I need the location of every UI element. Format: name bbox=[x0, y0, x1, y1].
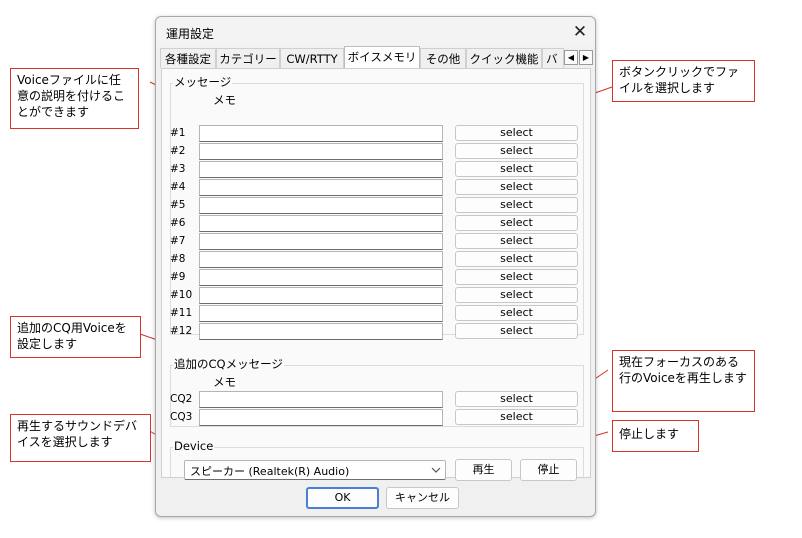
message-row-label: #10 bbox=[170, 289, 193, 301]
message-memo-input[interactable] bbox=[199, 305, 443, 322]
title-bar: 運用設定 ✕ bbox=[156, 17, 595, 47]
stop-button[interactable]: 停止 bbox=[520, 459, 577, 481]
message-select-button[interactable]: select bbox=[455, 125, 578, 141]
callout-play-focus: 現在フォーカスのある行のVoiceを再生します bbox=[612, 350, 755, 412]
cancel-button[interactable]: キャンセル bbox=[386, 487, 459, 509]
cq-select-button[interactable]: select bbox=[455, 409, 578, 425]
tab-scroll-right-icon[interactable]: ▶ bbox=[579, 50, 593, 65]
message-row-label: #1 bbox=[170, 127, 186, 139]
message-row-label: #11 bbox=[170, 307, 193, 319]
tab-quick-function[interactable]: クイック機能 bbox=[466, 48, 542, 68]
cq-memo-input[interactable] bbox=[199, 409, 443, 426]
tab-general[interactable]: 各種設定 bbox=[160, 48, 216, 68]
message-memo-input[interactable] bbox=[199, 143, 443, 160]
settings-dialog: 運用設定 ✕ 各種設定 カテゴリー CW/RTTY ボイスメモリ その他 クイッ… bbox=[155, 16, 596, 517]
message-memo-input[interactable] bbox=[199, 197, 443, 214]
message-memo-input[interactable] bbox=[199, 233, 443, 250]
message-row-label: #4 bbox=[170, 181, 186, 193]
message-memo-input[interactable] bbox=[199, 269, 443, 286]
message-memo-input[interactable] bbox=[199, 215, 443, 232]
message-select-button[interactable]: select bbox=[455, 161, 578, 177]
message-select-button[interactable]: select bbox=[455, 143, 578, 159]
cq-row-label: CQ2 bbox=[170, 393, 193, 405]
dialog-title: 運用設定 bbox=[166, 27, 215, 41]
message-select-button[interactable]: select bbox=[455, 269, 578, 285]
message-select-button[interactable]: select bbox=[455, 251, 578, 267]
message-select-button[interactable]: select bbox=[455, 215, 578, 231]
message-row-label: #12 bbox=[170, 325, 193, 337]
message-select-button[interactable]: select bbox=[455, 323, 578, 339]
callout-cq-voice: 追加のCQ用Voiceを設定します bbox=[10, 316, 141, 358]
cq-group-legend: 追加のCQメッセージ bbox=[173, 357, 284, 371]
device-select-value: スピーカー (Realtek(R) Audio) bbox=[190, 465, 350, 478]
message-row-label: #9 bbox=[170, 271, 186, 283]
close-icon[interactable]: ✕ bbox=[568, 20, 592, 44]
message-memo-input[interactable] bbox=[199, 251, 443, 268]
tab-scroll-left-icon[interactable]: ◀ bbox=[564, 50, 578, 65]
message-row-label: #8 bbox=[170, 253, 186, 265]
message-memo-input[interactable] bbox=[199, 287, 443, 304]
tab-other[interactable]: その他 bbox=[420, 48, 466, 68]
message-memo-header: メモ bbox=[213, 93, 236, 107]
message-memo-input[interactable] bbox=[199, 161, 443, 178]
message-select-button[interactable]: select bbox=[455, 179, 578, 195]
message-row-label: #6 bbox=[170, 217, 186, 229]
cq-memo-header: メモ bbox=[213, 375, 236, 389]
tab-voice-memory[interactable]: ボイスメモリ bbox=[344, 46, 420, 69]
tab-cw-rtty[interactable]: CW/RTTY bbox=[280, 48, 344, 68]
message-memo-input[interactable] bbox=[199, 323, 443, 340]
message-select-button[interactable]: select bbox=[455, 305, 578, 321]
device-group-legend: Device bbox=[173, 439, 215, 453]
message-row-label: #3 bbox=[170, 163, 186, 175]
message-select-button[interactable]: select bbox=[455, 233, 578, 249]
message-select-button[interactable]: select bbox=[455, 287, 578, 303]
message-group-legend: メッセージ bbox=[173, 75, 233, 89]
tab-category[interactable]: カテゴリー bbox=[216, 48, 280, 68]
cq-memo-input[interactable] bbox=[199, 391, 443, 408]
voice-memory-panel: メッセージ メモ #1 select #2 select #3 select #4 selec… bbox=[161, 68, 591, 481]
message-row-label: #5 bbox=[170, 199, 186, 211]
message-memo-input[interactable] bbox=[199, 125, 443, 142]
ok-button[interactable]: OK bbox=[306, 487, 379, 509]
cq-row-label: CQ3 bbox=[170, 411, 193, 423]
device-select[interactable]: スピーカー (Realtek(R) Audio) bbox=[184, 460, 446, 480]
message-row-label: #7 bbox=[170, 235, 186, 247]
cq-select-button[interactable]: select bbox=[455, 391, 578, 407]
message-memo-input[interactable] bbox=[199, 179, 443, 196]
chevron-down-icon bbox=[431, 467, 441, 473]
callout-button-click: ボタンクリックでファイルを選択します bbox=[612, 60, 755, 102]
play-button[interactable]: 再生 bbox=[455, 459, 512, 481]
callout-voice-memo: Voiceファイルに任意の説明を付けることができます bbox=[10, 68, 139, 129]
message-select-button[interactable]: select bbox=[455, 197, 578, 213]
callout-stop: 停止します bbox=[612, 420, 699, 452]
callout-sound-device: 再生するサウンドデバイスを選択します bbox=[10, 414, 151, 462]
message-row-label: #2 bbox=[170, 145, 186, 157]
tab-truncated[interactable]: バ bbox=[542, 48, 564, 68]
